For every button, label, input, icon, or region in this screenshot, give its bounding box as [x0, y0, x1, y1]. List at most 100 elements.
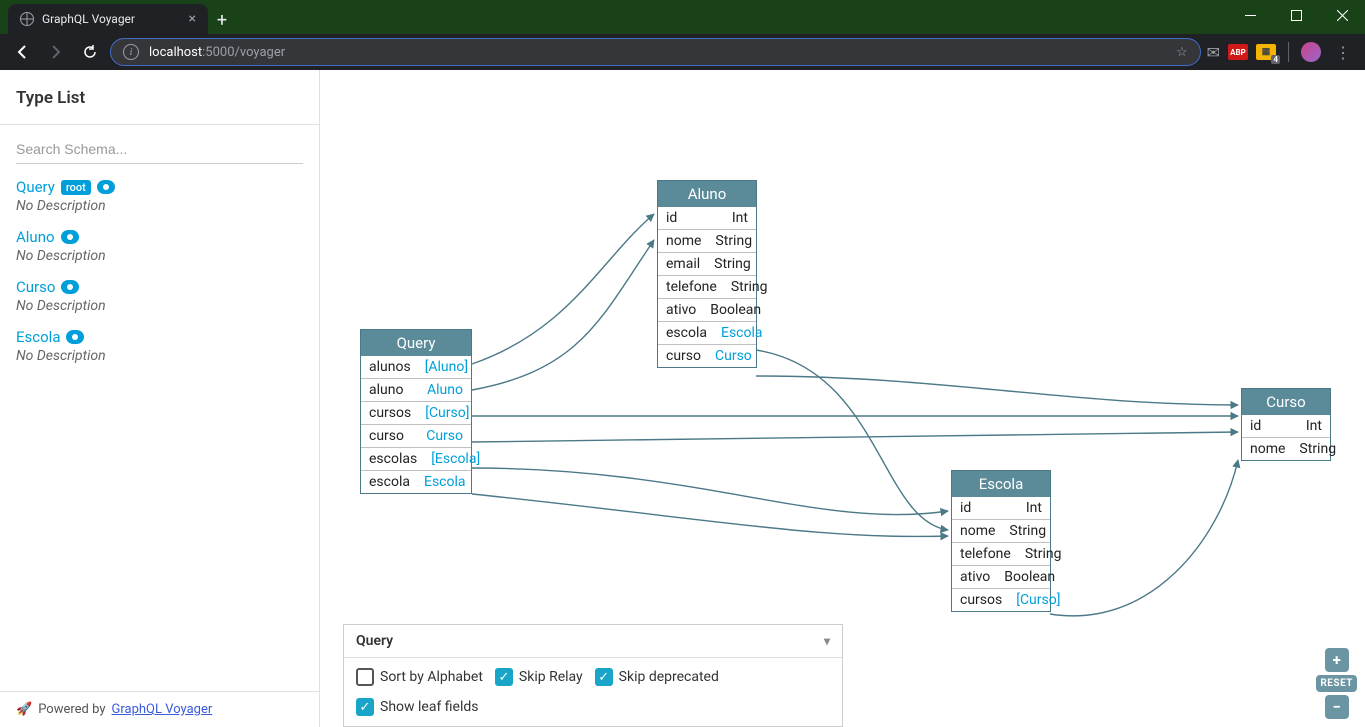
zoom-in-button[interactable]: + — [1325, 648, 1349, 672]
close-tab-icon[interactable]: × — [189, 11, 196, 27]
checkbox[interactable]: ✓ — [495, 668, 513, 686]
field-type[interactable]: [Curso] — [1016, 592, 1060, 608]
browser-tab[interactable]: GraphQL Voyager × — [8, 4, 208, 34]
adblock-icon[interactable]: ABP — [1228, 44, 1248, 60]
type-link[interactable]: Aluno — [16, 228, 55, 246]
field-type[interactable]: [Escola] — [431, 451, 480, 467]
field-name: telefone — [960, 546, 1011, 562]
node-escola[interactable]: EscolaidIntnomeStringtelefoneStringativo… — [951, 470, 1051, 612]
option-sort-by-alphabet[interactable]: Sort by Alphabet — [356, 668, 483, 686]
window-close-button[interactable] — [1319, 0, 1365, 30]
field-type[interactable]: Curso — [715, 348, 752, 364]
profile-avatar[interactable] — [1301, 42, 1321, 62]
field-type[interactable]: Escola — [424, 474, 466, 490]
type-description: No Description — [16, 298, 303, 314]
window-maximize-button[interactable] — [1273, 0, 1319, 30]
eye-icon[interactable] — [61, 280, 79, 294]
field-row[interactable]: idInt — [952, 497, 1050, 519]
type-description: No Description — [16, 198, 303, 214]
address-bar[interactable]: i localhost:5000/voyager ☆ — [110, 38, 1201, 66]
site-info-icon[interactable]: i — [123, 44, 139, 60]
field-row[interactable]: cursos[Curso] — [361, 401, 471, 424]
option-skip-deprecated[interactable]: ✓Skip deprecated — [595, 668, 719, 686]
type-item-query[interactable]: Query root No Description — [16, 178, 303, 214]
node-curso[interactable]: Curso id Int nomeString — [1241, 388, 1331, 461]
voyager-link[interactable]: GraphQL Voyager — [112, 702, 213, 717]
type-link[interactable]: Escola — [16, 328, 60, 346]
zoom-out-button[interactable]: − — [1325, 695, 1349, 719]
field-row[interactable]: telefoneString — [658, 275, 756, 298]
field-row[interactable]: escolaEscola — [658, 321, 756, 344]
field-row[interactable]: alunos[Aluno] — [361, 356, 471, 378]
reload-button[interactable] — [76, 38, 104, 66]
option-label: Sort by Alphabet — [380, 669, 483, 685]
type-item-curso[interactable]: Curso No Description — [16, 278, 303, 314]
globe-icon — [20, 12, 34, 26]
field-type: String — [714, 256, 751, 272]
node-header[interactable]: Escola — [952, 471, 1050, 497]
checkbox[interactable] — [356, 668, 374, 686]
field-row[interactable]: cursos[Curso] — [952, 588, 1050, 611]
field-name: nome — [1250, 441, 1285, 457]
option-skip-relay[interactable]: ✓Skip Relay — [495, 668, 583, 686]
browser-menu-icon[interactable]: ⋮ — [1329, 38, 1357, 66]
field-row[interactable]: idInt — [658, 207, 756, 229]
node-query[interactable]: Queryalunos[Aluno]alunoAlunocursos[Curso… — [360, 329, 472, 494]
field-row[interactable]: ativoBoolean — [658, 298, 756, 321]
node-header[interactable]: Curso — [1242, 389, 1330, 415]
mail-icon[interactable]: ✉ — [1207, 43, 1220, 62]
field-row[interactable]: nomeString — [658, 229, 756, 252]
checkbox[interactable]: ✓ — [356, 698, 374, 716]
type-item-aluno[interactable]: AlunoNo Description — [16, 228, 303, 264]
search-schema-input[interactable] — [16, 135, 303, 164]
field-name: telefone — [666, 279, 717, 295]
options-panel: Query ▾ Sort by Alphabet ✓Skip Relay ✓Skip… — [343, 624, 843, 727]
field-name: curso — [666, 348, 701, 364]
field-name: nome — [666, 233, 701, 249]
field-row[interactable]: nomeString — [952, 519, 1050, 542]
field-type[interactable]: Aluno — [427, 382, 463, 398]
type-link[interactable]: Curso — [16, 278, 55, 296]
back-button[interactable] — [8, 38, 36, 66]
field-row[interactable]: ativoBoolean — [952, 565, 1050, 588]
bookmark-star-icon[interactable]: ☆ — [1176, 45, 1188, 60]
window-minimize-button[interactable] — [1227, 0, 1273, 30]
field-row[interactable]: escolaEscola — [361, 470, 471, 493]
eye-icon[interactable] — [66, 330, 84, 344]
node-aluno[interactable]: AlunoidIntnomeStringemailStringtelefoneS… — [657, 180, 757, 368]
field-row[interactable]: curso Curso — [658, 344, 756, 367]
node-header[interactable]: Query — [361, 330, 471, 356]
eye-icon[interactable] — [61, 230, 79, 244]
zoom-reset-button[interactable]: RESET — [1316, 675, 1357, 692]
field-name: escola — [666, 325, 707, 341]
graph-canvas[interactable]: Queryalunos[Aluno]alunoAlunocursos[Curso… — [320, 70, 1365, 727]
field-type[interactable]: [Curso] — [425, 405, 469, 421]
option-show-leaf-fields[interactable]: ✓Show leaf fields — [356, 698, 479, 716]
field-name: id — [1250, 418, 1261, 434]
node-header[interactable]: Aluno — [658, 181, 756, 207]
field-name: id — [666, 210, 677, 226]
chevron-down-icon: ▾ — [824, 634, 830, 648]
forward-button[interactable] — [42, 38, 70, 66]
field-type[interactable]: Curso — [426, 428, 463, 444]
new-tab-button[interactable]: + — [208, 6, 236, 34]
field-type: Int — [1306, 418, 1322, 434]
field-row[interactable]: alunoAluno — [361, 378, 471, 401]
checkbox[interactable]: ✓ — [595, 668, 613, 686]
extension-icon[interactable]: ▦4 — [1256, 44, 1276, 60]
field-type[interactable]: [Aluno] — [425, 359, 468, 375]
field-row[interactable]: emailString — [658, 252, 756, 275]
options-panel-header[interactable]: Query ▾ — [344, 625, 842, 658]
field-row[interactable]: cursoCurso — [361, 424, 471, 447]
field-row[interactable]: telefoneString — [952, 542, 1050, 565]
field-type[interactable]: Escola — [721, 325, 763, 341]
type-link[interactable]: Query — [16, 178, 55, 196]
root-badge: root — [61, 180, 91, 195]
field-row[interactable]: nomeString — [1242, 437, 1330, 460]
field-type: Int — [1026, 500, 1042, 516]
sidebar-title: Type List — [0, 70, 319, 116]
field-row[interactable]: escolas[Escola] — [361, 447, 471, 470]
field-row[interactable]: id Int — [1242, 415, 1330, 437]
eye-icon[interactable] — [97, 180, 115, 194]
type-item-escola[interactable]: EscolaNo Description — [16, 328, 303, 364]
